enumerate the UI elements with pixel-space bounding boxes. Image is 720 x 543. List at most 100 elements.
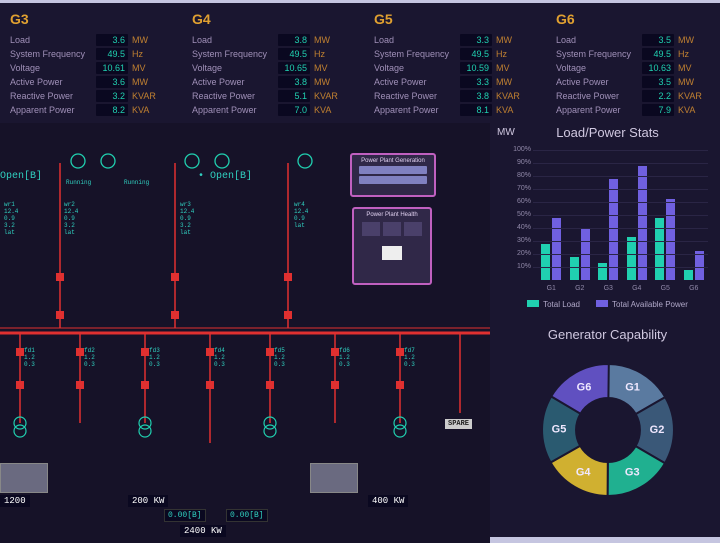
gen-row: Load3.8MW <box>192 33 356 47</box>
gen-title: G4 <box>192 11 356 27</box>
svg-text:G4: G4 <box>575 466 591 478</box>
legend-2: Total Available Power <box>612 300 688 309</box>
main-area: Open[B] • Open[B] Running Running wr112.… <box>0 123 720 537</box>
gen-row: Load3.6MW <box>10 33 174 47</box>
gen-value: 10.63 <box>642 62 674 74</box>
equip-photo-2 <box>0 463 48 493</box>
gen-row: Active Power3.8MW <box>192 75 356 89</box>
gen-title: G6 <box>556 11 720 27</box>
gen-row: Load3.5MW <box>556 33 720 47</box>
bar-ylabel: MW <box>497 127 515 138</box>
sld-data-4: wr412.40.9lat <box>294 201 308 229</box>
bar-group-G4: G4 <box>623 166 652 280</box>
donut-svg: G1 G2 G3 G4 G5 G6 <box>528 350 688 510</box>
gen-row: System Frequency49.5Hz <box>374 47 538 61</box>
gen-value: 49.5 <box>96 48 128 60</box>
bar-chart-title: Load/Power Stats <box>495 125 720 140</box>
gen-value: 10.59 <box>460 62 492 74</box>
gen-value: 3.8 <box>278 34 310 46</box>
kw-2: 200 KW <box>128 495 168 507</box>
sld-data-3: wr312.40.93.2lat <box>180 201 194 236</box>
gen-row: Active Power3.6MW <box>10 75 174 89</box>
gen-row: Voltage10.63MV <box>556 61 720 75</box>
gen-value: 8.2 <box>96 104 128 116</box>
sld-feed-3: fd31.20.3 <box>149 347 160 368</box>
status-running-1: Running <box>66 179 91 186</box>
gen-row: Apparent Power7.9KVA <box>556 103 720 117</box>
svg-text:G2: G2 <box>649 424 664 436</box>
gen-value: 49.5 <box>642 48 674 60</box>
panel-generation-title: Power Plant Generation <box>355 158 431 164</box>
gen-row: Voltage10.59MV <box>374 61 538 75</box>
bar-chart: G1G2G3G4G5G6 10%20%30%40%50%60%70%80%90%… <box>507 144 712 294</box>
gen-row: Apparent Power8.1KVA <box>374 103 538 117</box>
gen-row: Reactive Power3.2KVAR <box>10 89 174 103</box>
donut-title: Generator Capability <box>495 327 720 342</box>
gen-row: Voltage10.65MV <box>192 61 356 75</box>
gen-title: G3 <box>10 11 174 27</box>
bar-group-G1: G1 <box>537 218 566 280</box>
gen-value: 10.61 <box>96 62 128 74</box>
gen-value: 3.8 <box>278 76 310 88</box>
bar-legend: Total Load Total Available Power <box>495 300 720 309</box>
kw-1: 1200 <box>0 495 30 507</box>
gen-row: Active Power3.5MW <box>556 75 720 89</box>
gen-row: System Frequency49.5Hz <box>556 47 720 61</box>
generator-stats-row: G3Load3.6MWSystem Frequency49.5HzVoltage… <box>0 3 720 115</box>
breaker-btn-2[interactable]: 0.00[B] <box>226 509 268 522</box>
gen-value: 5.1 <box>278 90 310 102</box>
spare-label: SPARE <box>445 419 472 429</box>
dashboard-frame: G3Load3.6MWSystem Frequency49.5HzVoltage… <box>0 3 720 537</box>
panel-health[interactable]: Power Plant Health <box>352 207 432 285</box>
donut-chart: G1 G2 G3 G4 G5 G6 <box>528 350 688 510</box>
gen-value: 3.6 <box>96 34 128 46</box>
kw-3: 2400 KW <box>180 525 226 537</box>
kw-4: 400 KW <box>368 495 408 507</box>
svg-text:G3: G3 <box>624 467 639 479</box>
charts-panel: MW Load/Power Stats G1G2G3G4G5G6 10%20%3… <box>495 123 720 543</box>
gen-row: Active Power3.3MW <box>374 75 538 89</box>
gen-value: 3.6 <box>96 76 128 88</box>
gen-value: 2.2 <box>642 90 674 102</box>
gen-value: 10.65 <box>278 62 310 74</box>
donut-chart-wrap: Generator Capability G1 G2 G3 G4 G5 G6 <box>495 327 720 510</box>
open-label-2: • Open[B] <box>198 171 252 182</box>
sld-feed-5: fd51.20.3 <box>274 347 285 368</box>
generator-block-G6: G6 Load3.5MWSystem Frequency49.5HzVoltage… <box>556 11 720 107</box>
gen-title: G5 <box>374 11 538 27</box>
gen-value: 49.5 <box>278 48 310 60</box>
legend-1: Total Load <box>543 300 580 309</box>
gen-value: 3.3 <box>460 34 492 46</box>
gen-value: 3.8 <box>460 90 492 102</box>
open-label-1: Open[B] <box>0 171 42 182</box>
gen-row: Apparent Power7.0KVA <box>192 103 356 117</box>
panel-generation[interactable]: Power Plant Generation <box>350 153 436 197</box>
svg-text:G5: G5 <box>551 424 566 436</box>
panel-health-title: Power Plant Health <box>357 212 427 218</box>
gen-row: System Frequency49.5Hz <box>192 47 356 61</box>
sld-data-2: wr212.40.93.2lat <box>64 201 78 236</box>
sld-feed-4: fd41.20.3 <box>214 347 225 368</box>
sld-data-1: wr112.40.93.2lat <box>4 201 18 236</box>
sld-feed-6: fd61.20.3 <box>339 347 350 368</box>
gen-value: 3.2 <box>96 90 128 102</box>
breaker-btn-1[interactable]: 0.00[B] <box>164 509 206 522</box>
gen-row: System Frequency49.5Hz <box>10 47 174 61</box>
generator-block-G5: G5 Load3.3MWSystem Frequency49.5HzVoltage… <box>374 11 538 107</box>
gen-row: Reactive Power2.2KVAR <box>556 89 720 103</box>
gen-value: 3.5 <box>642 76 674 88</box>
gen-value: 3.3 <box>460 76 492 88</box>
svg-text:G1: G1 <box>625 382 640 394</box>
gen-row: Reactive Power5.1KVAR <box>192 89 356 103</box>
gen-row: Load3.3MW <box>374 33 538 47</box>
svg-text:G6: G6 <box>576 381 591 393</box>
generator-block-G4: G4 Load3.8MWSystem Frequency49.5HzVoltage… <box>192 11 356 107</box>
gen-value: 7.9 <box>642 104 674 116</box>
equip-photo-3 <box>310 463 358 493</box>
sld-feed-7: fd71.20.3 <box>404 347 415 368</box>
bar-group-G3: G3 <box>594 179 623 280</box>
gen-row: Apparent Power8.2KVA <box>10 103 174 117</box>
gen-value: 8.1 <box>460 104 492 116</box>
gen-value: 3.5 <box>642 34 674 46</box>
single-line-diagram[interactable]: Open[B] • Open[B] Running Running wr112.… <box>0 123 490 543</box>
